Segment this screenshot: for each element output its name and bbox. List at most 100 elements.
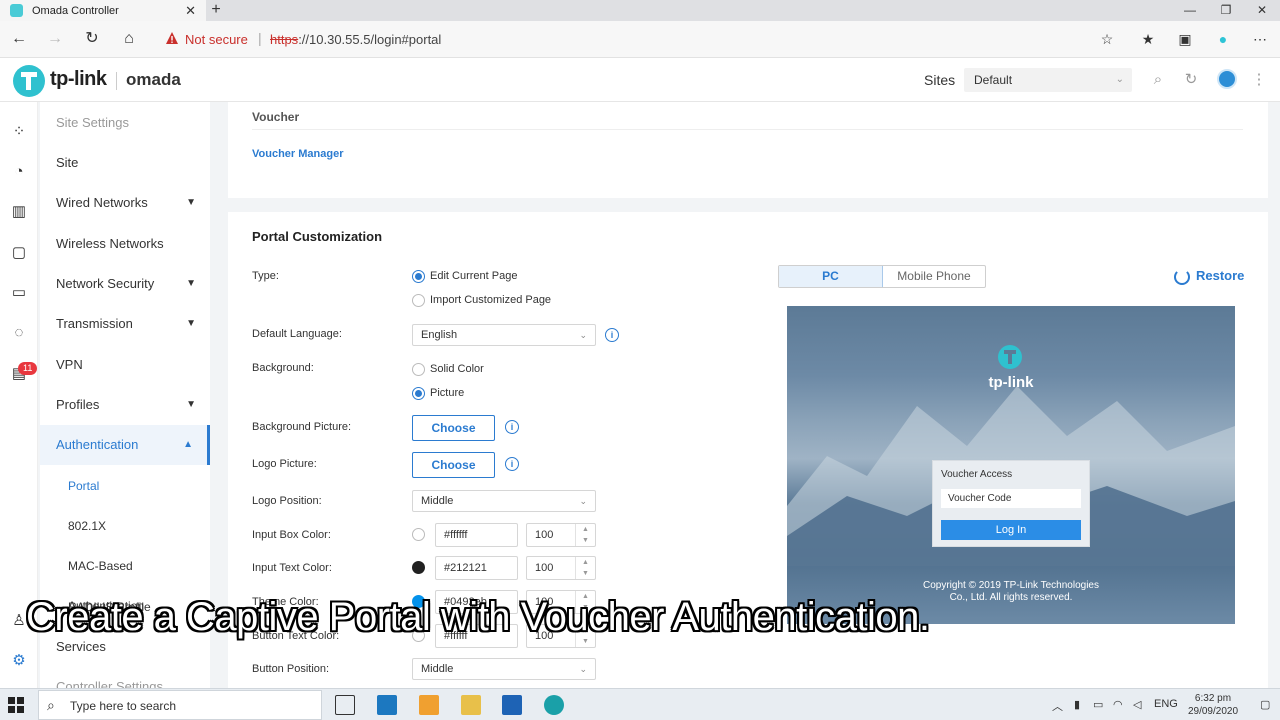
site-select[interactable]: Default ⌄ bbox=[964, 68, 1132, 92]
back-icon[interactable]: ← bbox=[7, 28, 31, 50]
edge-icon[interactable] bbox=[544, 695, 564, 715]
tplink-extension-icon[interactable]: ● bbox=[1213, 29, 1233, 49]
restore-icon[interactable] bbox=[1174, 269, 1190, 285]
type-import-radio[interactable] bbox=[412, 294, 425, 307]
favorite-star-icon[interactable]: ☆ bbox=[1097, 29, 1117, 49]
taskbar-clock[interactable]: 6:32 pm 29/09/2020 bbox=[1183, 692, 1243, 718]
input-box-opacity-field[interactable]: 100 ▲ ▼ bbox=[526, 523, 596, 547]
task-view-icon[interactable] bbox=[335, 695, 355, 715]
forward-icon[interactable]: → bbox=[43, 28, 67, 50]
sidebar-item-mac-auth[interactable]: MAC-Based Authentication bbox=[40, 546, 210, 613]
taskbar-search[interactable]: ⌕ Type here to search bbox=[38, 690, 322, 720]
restore-window-icon[interactable]: ❐ bbox=[1208, 0, 1244, 21]
chevron-down-icon: ⌄ bbox=[579, 664, 587, 674]
app-header: tp-link omada Sites Default ⌄ ⌕ ↻ ⋮ bbox=[0, 58, 1280, 102]
sidebar-item-transmission[interactable]: Transmission ▼ bbox=[40, 304, 210, 344]
sites-label: Sites bbox=[924, 72, 956, 88]
sidebar-item-wireless-networks[interactable]: Wireless Networks bbox=[40, 224, 210, 264]
refresh-icon[interactable]: ↻ bbox=[80, 28, 104, 50]
sidebar-item-8021x[interactable]: 802.1X bbox=[40, 506, 210, 546]
preview-login-box: Voucher Access Voucher Code Log In bbox=[932, 460, 1090, 547]
app-icon[interactable] bbox=[419, 695, 439, 715]
tab-pc[interactable]: PC bbox=[779, 266, 883, 287]
tray-chevron-icon[interactable]: ︿ bbox=[1052, 698, 1063, 714]
input-text-color-label: Input Text Color: bbox=[252, 562, 332, 574]
voucher-card: Voucher Voucher Manager bbox=[228, 102, 1268, 198]
search-icon: ⌕ bbox=[47, 697, 55, 713]
wifi-icon[interactable]: ◠ bbox=[1113, 698, 1123, 711]
bg-picture-radio[interactable] bbox=[412, 387, 425, 400]
devices-icon[interactable]: ▢ bbox=[9, 243, 29, 263]
sidebar-item-wired-networks[interactable]: Wired Networks ▼ bbox=[40, 183, 210, 223]
language-select[interactable]: English ⌄ bbox=[412, 324, 596, 346]
windows-start-icon[interactable] bbox=[8, 697, 24, 713]
input-box-color-swatch[interactable] bbox=[412, 528, 425, 541]
sidebar-item-vpn[interactable]: VPN bbox=[40, 345, 210, 385]
dashboard-icon[interactable]: ⁘ bbox=[9, 122, 29, 142]
close-tab-icon[interactable]: ✕ bbox=[185, 3, 196, 19]
more-vertical-icon[interactable]: ⋮ bbox=[1249, 70, 1269, 90]
insight-icon[interactable]: ◌ bbox=[9, 323, 29, 343]
chevron-down-icon: ⌄ bbox=[1115, 74, 1124, 85]
sidebar-item-network-security[interactable]: Network Security ▼ bbox=[40, 264, 210, 304]
warning-icon bbox=[166, 32, 178, 44]
not-secure-label[interactable]: Not secure bbox=[185, 32, 248, 47]
preview-copyright: Copyright © 2019 TP-Link Technologies Co… bbox=[923, 580, 1099, 603]
logo-position-select[interactable]: Middle ⌄ bbox=[412, 490, 596, 512]
logo-divider bbox=[116, 72, 117, 90]
stepper-icon[interactable]: ▲ ▼ bbox=[575, 557, 595, 579]
minimize-icon[interactable]: — bbox=[1172, 0, 1208, 21]
sidebar-item-portal[interactable]: Portal bbox=[40, 466, 210, 506]
clients-icon[interactable]: ▭ bbox=[9, 283, 29, 303]
voucher-manager-link[interactable]: Voucher Manager bbox=[252, 148, 344, 160]
search-icon[interactable]: ⌕ bbox=[1148, 70, 1168, 90]
favorites-list-icon[interactable]: ★ bbox=[1138, 29, 1158, 49]
restore-button[interactable]: Restore bbox=[1196, 268, 1244, 283]
tab-mobile-phone[interactable]: Mobile Phone bbox=[883, 266, 985, 287]
collections-icon[interactable]: ▣ bbox=[1175, 29, 1195, 49]
input-text-color-field[interactable]: #212121 bbox=[435, 556, 518, 580]
settings-gear-icon[interactable]: ⚙ bbox=[9, 651, 29, 671]
refresh-icon[interactable]: ↻ bbox=[1181, 70, 1201, 90]
statistics-icon[interactable]: ◔ bbox=[9, 162, 29, 182]
info-icon[interactable]: i bbox=[505, 457, 519, 471]
input-text-opacity-field[interactable]: 100 ▲ ▼ bbox=[526, 556, 596, 580]
map-icon[interactable]: ▥ bbox=[9, 202, 29, 222]
input-box-color-field[interactable]: #ffffff bbox=[435, 523, 518, 547]
bg-solid-radio[interactable] bbox=[412, 363, 425, 376]
microphone-icon[interactable]: ▮ bbox=[1074, 698, 1080, 711]
language-indicator[interactable]: ENG bbox=[1154, 698, 1178, 710]
user-avatar[interactable] bbox=[1217, 69, 1237, 89]
outlook-icon[interactable] bbox=[502, 695, 522, 715]
voucher-title: Voucher bbox=[252, 110, 300, 124]
button-position-select[interactable]: Middle ⌄ bbox=[412, 658, 596, 680]
app-icon[interactable] bbox=[377, 695, 397, 715]
preview-box-title: Voucher Access bbox=[941, 469, 1013, 480]
preview-voucher-input: Voucher Code bbox=[941, 489, 1081, 508]
sidebar-item-authentication[interactable]: Authentication ▲ bbox=[40, 425, 210, 465]
file-explorer-icon[interactable] bbox=[461, 695, 481, 715]
browser-tab[interactable]: Omada Controller ✕ bbox=[0, 0, 206, 21]
close-window-icon[interactable]: ✕ bbox=[1244, 0, 1280, 21]
home-icon[interactable]: ⌂ bbox=[117, 28, 141, 50]
sidebar-item-site[interactable]: Site bbox=[40, 143, 210, 183]
bg-choose-button[interactable]: Choose bbox=[412, 415, 495, 441]
input-text-color-swatch[interactable] bbox=[412, 561, 425, 574]
site-select-value: Default bbox=[974, 73, 1013, 87]
notifications-icon[interactable]: ▢ bbox=[1260, 698, 1270, 711]
url-field[interactable]: https://10.30.55.5/login#portal bbox=[270, 32, 441, 47]
sidebar-item-profiles[interactable]: Profiles ▼ bbox=[40, 385, 210, 425]
info-icon[interactable]: i bbox=[505, 420, 519, 434]
more-menu-icon[interactable]: ⋯ bbox=[1250, 29, 1270, 49]
info-icon[interactable]: i bbox=[605, 328, 619, 342]
type-label: Type: bbox=[252, 270, 279, 282]
volume-icon[interactable]: ◁ bbox=[1133, 698, 1141, 711]
sidebar-item-label: Profiles bbox=[56, 397, 100, 412]
input-text-opacity-value: 100 bbox=[535, 562, 554, 574]
stepper-icon[interactable]: ▲ ▼ bbox=[575, 524, 595, 546]
windows-taskbar: ⌕ Type here to search ︿ ▮ ▭ ◠ ◁ ENG 6:32… bbox=[0, 688, 1280, 720]
battery-icon[interactable]: ▭ bbox=[1093, 698, 1103, 711]
logo-choose-button[interactable]: Choose bbox=[412, 452, 495, 478]
new-tab-icon[interactable]: + bbox=[206, 0, 226, 21]
type-edit-radio[interactable] bbox=[412, 270, 425, 283]
